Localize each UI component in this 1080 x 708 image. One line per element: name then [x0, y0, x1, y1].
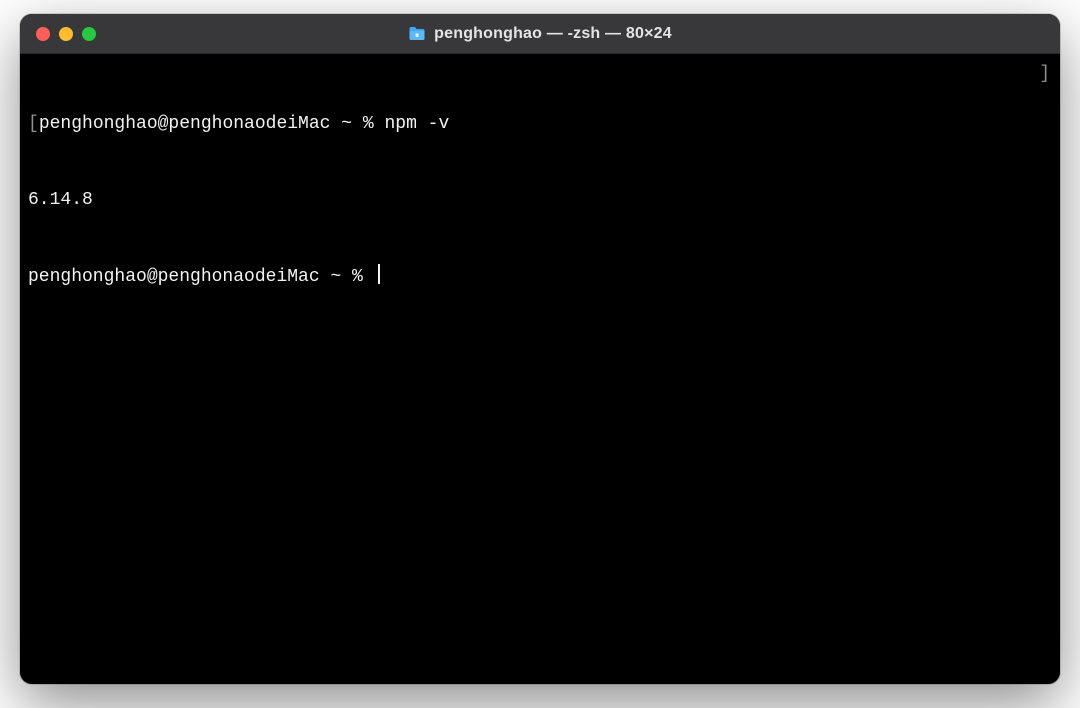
maximize-button[interactable]	[82, 27, 96, 41]
terminal-line: 6.14.8	[28, 188, 1052, 213]
output-text: 6.14.8	[28, 190, 93, 210]
minimize-button[interactable]	[59, 27, 73, 41]
terminal-line: penghonghao@penghonaodeiMac ~ %	[28, 264, 1052, 290]
terminal-line: [penghonghao@penghonaodeiMac ~ % npm -v]	[28, 112, 1052, 137]
title-content: penghonghao — -zsh — 80×24	[20, 25, 1060, 43]
titlebar: penghonghao — -zsh — 80×24	[20, 14, 1060, 54]
traffic-lights	[20, 27, 96, 41]
prompt: penghonghao@penghonaodeiMac ~ %	[28, 267, 374, 287]
terminal-window: penghonghao — -zsh — 80×24 [penghonghao@…	[20, 14, 1060, 684]
prompt: penghonghao@penghonaodeiMac ~ %	[39, 114, 385, 134]
window-title: penghonghao — -zsh — 80×24	[434, 25, 672, 43]
folder-icon	[408, 26, 426, 41]
prompt-bracket-open: [	[28, 114, 39, 134]
prompt-bracket-close: ]	[1039, 62, 1050, 87]
close-button[interactable]	[36, 27, 50, 41]
cursor	[378, 264, 380, 284]
command-text: npm -v	[384, 114, 449, 134]
terminal-body[interactable]: [penghonghao@penghonaodeiMac ~ % npm -v]…	[20, 54, 1060, 684]
